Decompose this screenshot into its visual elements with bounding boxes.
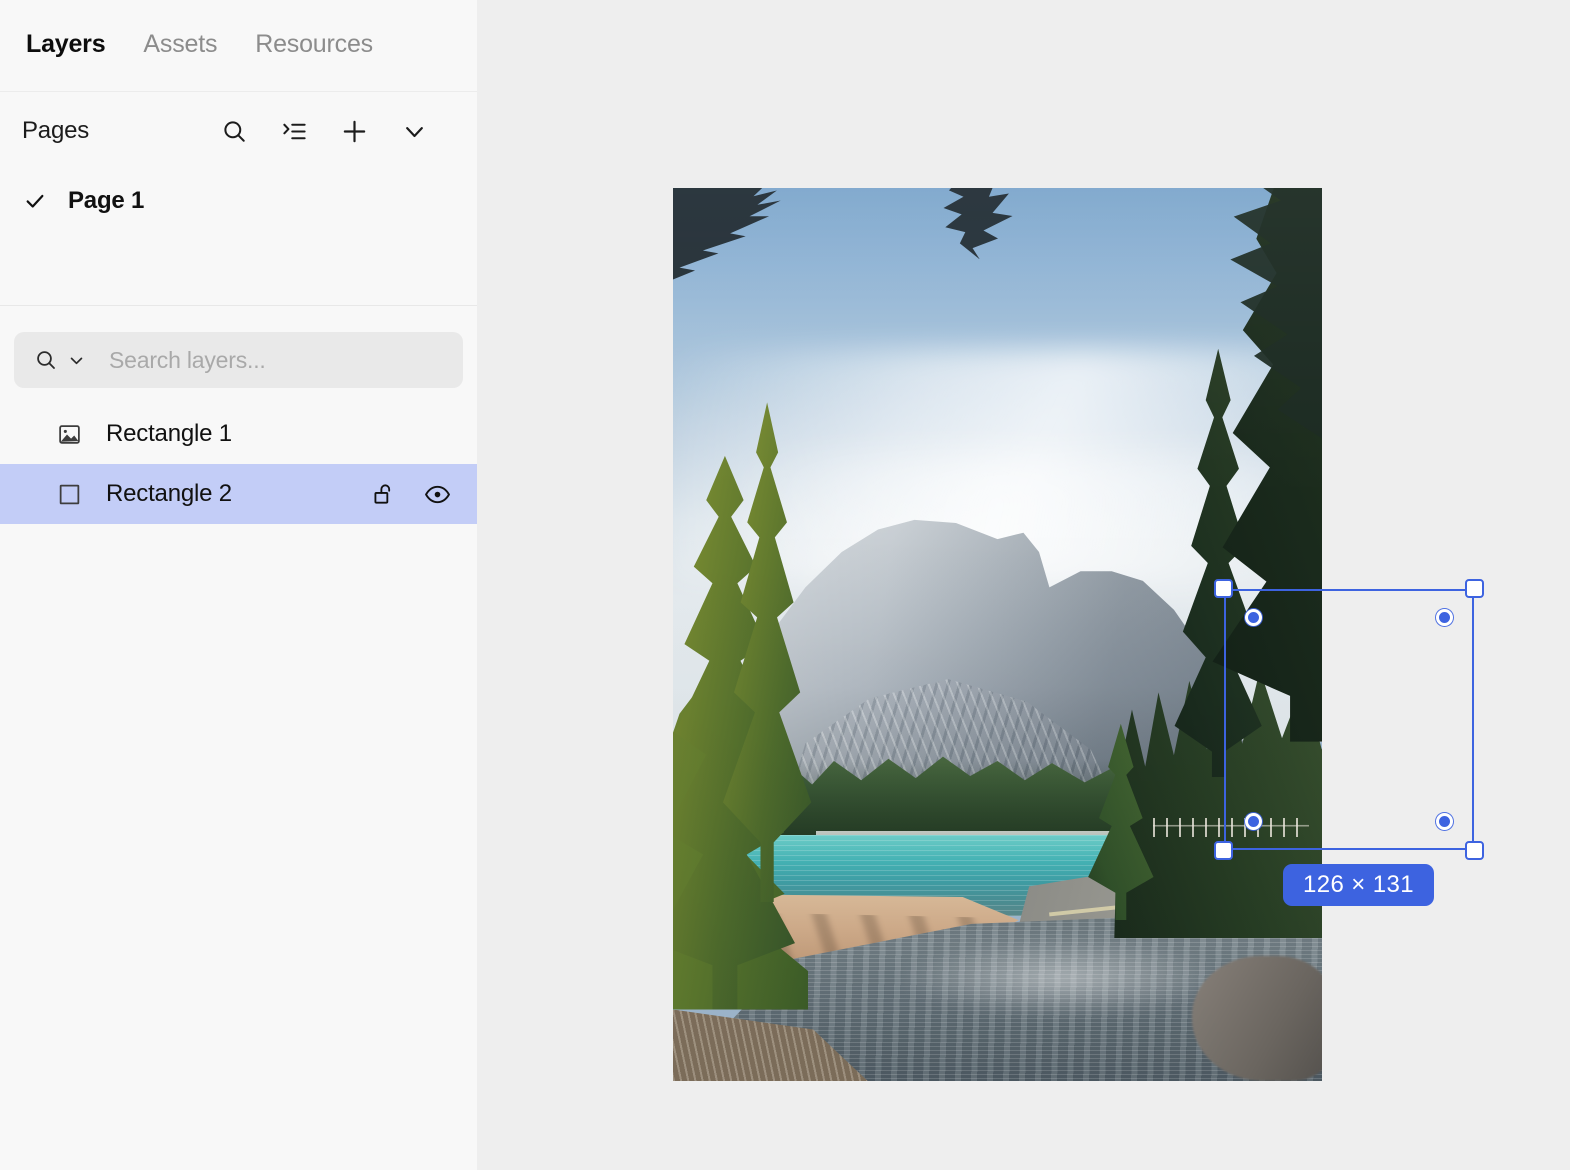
check-icon: [24, 190, 46, 212]
tab-resources[interactable]: Resources: [255, 30, 373, 61]
corner-radius-handle-bottom-left[interactable]: [1245, 813, 1262, 830]
artboard-image-rectangle-1[interactable]: [673, 188, 1322, 1081]
layers-list: Rectangle 1 Rectangle 2: [0, 388, 477, 524]
layer-row-rectangle-2[interactable]: Rectangle 2: [0, 464, 477, 524]
resize-handle-bottom-left[interactable]: [1214, 841, 1233, 860]
layer-search-container: [0, 306, 477, 388]
image-icon: [56, 421, 82, 447]
pages-title: Pages: [22, 117, 90, 144]
photo-fence: [1153, 817, 1310, 838]
square-icon: [56, 481, 82, 507]
tab-layers[interactable]: Layers: [26, 30, 106, 61]
layer-name: Rectangle 1: [106, 420, 232, 447]
page-item-page-1[interactable]: Page 1: [0, 178, 477, 224]
pages-list: Page 1: [0, 170, 477, 306]
left-sidebar: Layers Assets Resources Pages Page 1 Sea…: [0, 0, 477, 1170]
corner-radius-handle-bottom-right[interactable]: [1436, 813, 1453, 830]
selection-size-badge: 126 × 131: [1283, 864, 1435, 906]
photo-river-glint: [893, 938, 1232, 1019]
corner-radius-handle-top-left[interactable]: [1245, 609, 1262, 626]
layer-search-box[interactable]: [14, 332, 463, 388]
design-editor-window: Layers Assets Resources Pages Page 1 Sea…: [0, 0, 1570, 1170]
resize-handle-top-left[interactable]: [1214, 579, 1233, 598]
layer-name: Rectangle 2: [106, 480, 232, 507]
unlock-icon[interactable]: [369, 480, 397, 508]
tab-assets[interactable]: Assets: [143, 30, 217, 61]
search-icon[interactable]: [219, 116, 249, 146]
search-input[interactable]: [109, 346, 447, 374]
resize-handle-top-right[interactable]: [1465, 579, 1484, 598]
canvas-area[interactable]: 126 × 131: [477, 0, 1570, 1170]
chevron-down-icon[interactable]: [399, 116, 429, 146]
resize-handle-bottom-right[interactable]: [1465, 841, 1484, 860]
plus-icon[interactable]: [339, 116, 369, 146]
page-item-label: Page 1: [68, 187, 145, 214]
search-filter-chevron-down-icon[interactable]: [68, 352, 85, 369]
search-icon: [34, 348, 58, 372]
eye-icon[interactable]: [423, 480, 451, 508]
list-collapse-icon[interactable]: [279, 116, 309, 146]
pages-toolbar: [219, 116, 451, 146]
layer-row-actions: [369, 480, 451, 508]
photo-rock: [1192, 955, 1322, 1081]
sidebar-tabbar: Layers Assets Resources: [0, 0, 477, 92]
layer-row-rectangle-1[interactable]: Rectangle 1: [0, 404, 477, 464]
pages-header: Pages: [0, 92, 477, 170]
corner-radius-handle-top-right[interactable]: [1436, 609, 1453, 626]
